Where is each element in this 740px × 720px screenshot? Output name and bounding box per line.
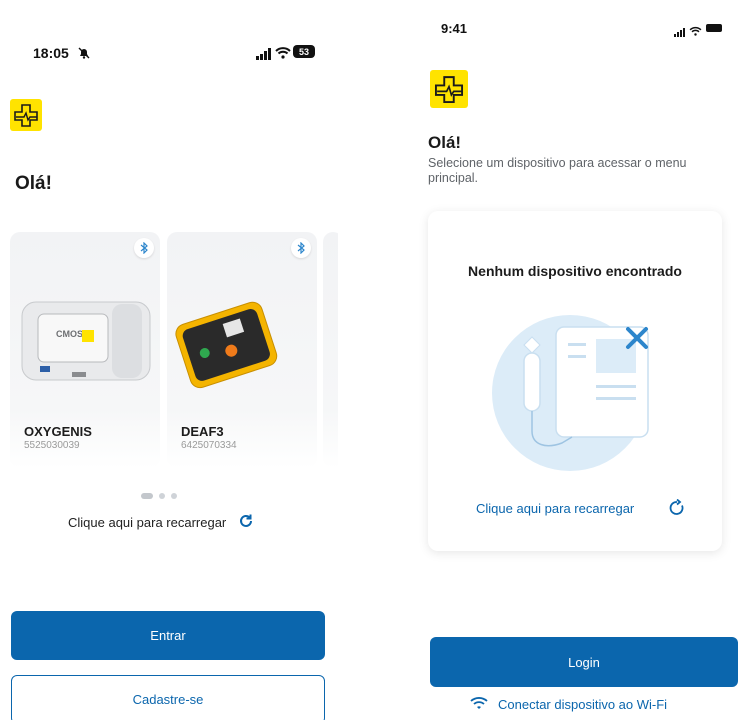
empty-state-title: Nenhum dispositivo encontrado [468,263,682,279]
status-time: 9:41 [441,21,468,36]
logo-icon [430,70,468,108]
wifi-icon [470,696,488,713]
reload-link[interactable]: Clique aqui para recarregar [476,498,684,516]
device-screen-text: CMOS [56,329,83,339]
app-screen-device-list: 18:05 53 Olá! CMOS OXYGENIS 5525030039 D… [0,0,338,720]
device-x-illustration [492,315,649,471]
enter-button[interactable]: Entrar [11,611,325,660]
device-name: DEAF3 [181,424,224,439]
reload-link[interactable]: Clique aqui para recarregar [68,514,252,530]
oxygenis-device-image: CMOS [21,301,151,381]
deaf3-device-image [175,301,278,389]
device-name: OXYGENIS [24,424,92,439]
device-serial: 6425070334 [181,440,237,451]
app-screen-empty-state: 9:41 Olá! Selecione um dispositivo para … [408,0,740,720]
signup-button[interactable]: Cadastre-se [11,675,325,720]
device-card-deaf3[interactable]: DEAF3 6425070334 [167,232,317,468]
carousel-pagination [141,493,201,501]
reload-label: Clique aqui para recarregar [476,501,635,516]
signal-icon [674,24,686,42]
device-serial: 5525030039 [24,440,80,451]
connect-wifi-label: Conectar dispositivo ao Wi-Fi [498,697,668,712]
instruction-text: Selecione um dispositivo para acessar o … [428,156,687,185]
signal-icon [256,47,272,65]
bluetooth-icon [134,238,154,258]
greeting-heading: Olá! [428,133,462,152]
empty-state-card: Nenhum dispositivo encontrado Clique aqu… [428,211,722,551]
connect-wifi-link[interactable]: Conectar dispositivo ao Wi-Fi [470,696,667,713]
device-card-partial[interactable] [323,232,338,468]
reload-icon[interactable] [668,498,686,520]
reload-label: Clique aqui para recarregar [68,515,227,530]
battery-icon [706,24,722,32]
wifi-icon [689,23,702,41]
page-dot[interactable] [171,493,177,499]
logo-icon [10,99,42,131]
wifi-icon [275,46,291,64]
battery-icon: 53 [293,45,315,58]
bell-slash-icon [77,46,91,65]
greeting-heading: Olá! [15,173,52,194]
reload-icon[interactable] [238,513,254,532]
bluetooth-icon [291,238,311,258]
page-dot-active[interactable] [141,493,153,499]
page-dot[interactable] [159,493,165,499]
status-time: 18:05 [33,45,69,61]
device-card-oxygenis[interactable]: CMOS OXYGENIS 5525030039 [10,232,160,468]
login-button[interactable]: Login [430,637,738,687]
